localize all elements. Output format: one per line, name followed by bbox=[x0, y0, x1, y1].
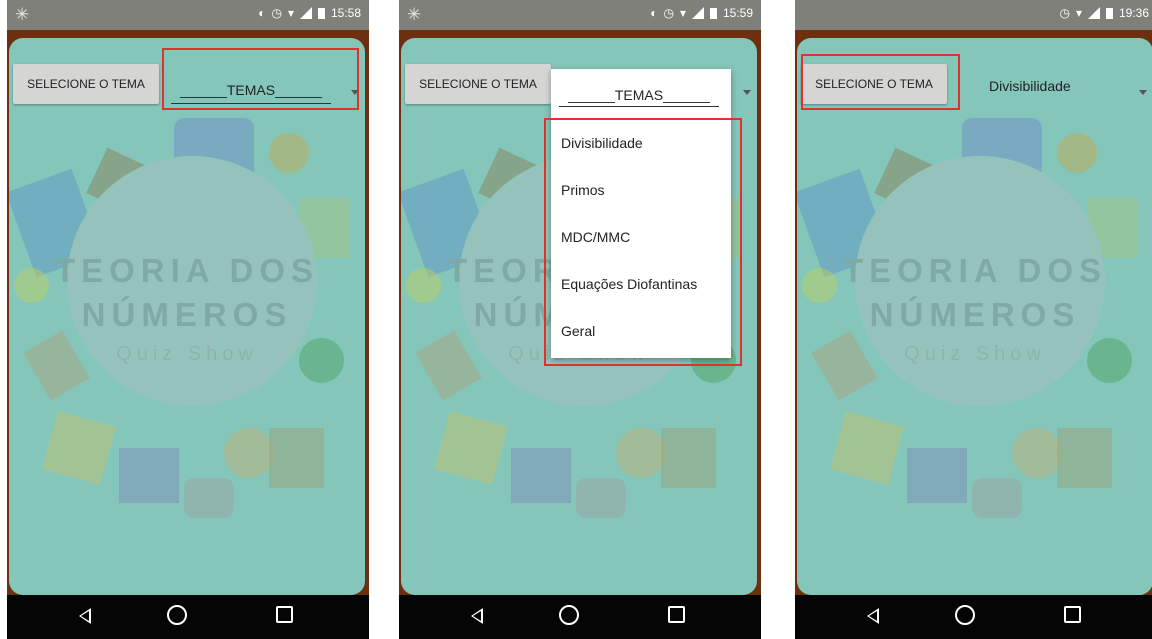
logo-subtitle: Quiz Show bbox=[904, 343, 1046, 365]
recents-icon[interactable] bbox=[276, 606, 293, 623]
wifi-icon: ▾ bbox=[1075, 6, 1082, 20]
select-theme-button[interactable]: SELECIONE O TEMA bbox=[13, 64, 159, 104]
phone-screen-2: ✳ ◐ ◷ ▾ 15:59 TEORIA DOS NÚMEROS Quiz Sh… bbox=[399, 0, 761, 639]
app-screen: TEORIA DOS NÚMEROS Quiz Show SELECIONE O… bbox=[797, 38, 1152, 595]
highlight-box bbox=[801, 54, 960, 110]
alarm-icon: ◷ bbox=[1059, 6, 1070, 20]
dropdown-header[interactable]: ______TEMAS______ bbox=[559, 85, 719, 107]
alarm-icon: ◷ bbox=[271, 6, 282, 20]
home-icon[interactable] bbox=[955, 605, 975, 625]
logo-title-line1: TEORIA DOS bbox=[54, 252, 320, 289]
dropdown-arrow-icon[interactable] bbox=[743, 90, 751, 95]
back-icon[interactable] bbox=[867, 608, 879, 624]
app-screen: TEORIA DOS NÚMEROS Quiz Show SELECIONE O… bbox=[401, 38, 757, 595]
status-bar: ✳ ◐ ◷ ▾ 15:58 bbox=[7, 0, 369, 30]
signal-icon bbox=[691, 7, 704, 19]
nav-bar bbox=[399, 595, 761, 639]
battery-icon bbox=[709, 7, 717, 19]
highlight-box bbox=[162, 48, 359, 110]
logo-title-line2: NÚMEROS bbox=[81, 296, 293, 333]
app-screen: TEORIA DOS NÚMEROS Quiz Show SELECIONE O… bbox=[9, 38, 365, 595]
spinner-text: ______TEMAS______ bbox=[568, 87, 710, 103]
status-bar: ◷ ▾ 19:36 bbox=[795, 0, 1152, 30]
debug-icon: ✳ bbox=[407, 5, 422, 24]
signal-icon bbox=[299, 7, 312, 19]
wifi-icon: ▾ bbox=[679, 6, 686, 20]
status-time: 19:36 bbox=[1118, 6, 1149, 20]
nav-bar bbox=[795, 595, 1152, 639]
battery-icon bbox=[317, 7, 325, 19]
back-icon[interactable] bbox=[471, 608, 483, 624]
logo-title-line1: TEORIA DOS bbox=[842, 252, 1108, 289]
selected-theme[interactable]: Divisibilidade bbox=[989, 78, 1071, 94]
recents-icon[interactable] bbox=[1064, 606, 1081, 623]
dropdown-arrow-icon[interactable] bbox=[1139, 90, 1147, 95]
nav-bar bbox=[7, 595, 369, 639]
alarm-icon: ◷ bbox=[663, 6, 674, 20]
wifi-icon: ▾ bbox=[287, 6, 294, 20]
home-icon[interactable] bbox=[167, 605, 187, 625]
select-theme-button[interactable]: SELECIONE O TEMA bbox=[405, 64, 551, 104]
logo-subtitle: Quiz Show bbox=[116, 343, 258, 365]
status-time: 15:59 bbox=[722, 6, 753, 20]
battery-icon bbox=[1105, 7, 1113, 19]
recents-icon[interactable] bbox=[668, 606, 685, 623]
phone-screen-1: ✳ ◐ ◷ ▾ 15:58 TEORIA DOS NÚMEROS Quiz Sh… bbox=[7, 0, 369, 639]
debug-icon: ✳ bbox=[15, 5, 30, 24]
logo-title-line2: NÚMEROS bbox=[869, 296, 1081, 333]
status-time: 15:58 bbox=[330, 6, 361, 20]
back-icon[interactable] bbox=[79, 608, 91, 624]
status-bar: ✳ ◐ ◷ ▾ 15:59 bbox=[399, 0, 761, 30]
vibrate-icon: ◐ bbox=[258, 6, 266, 20]
home-icon[interactable] bbox=[559, 605, 579, 625]
vibrate-icon: ◐ bbox=[650, 6, 658, 20]
phone-screen-3: ◷ ▾ 19:36 TEORIA DOS NÚMEROS Quiz Show S… bbox=[795, 0, 1152, 639]
signal-icon bbox=[1087, 7, 1100, 19]
highlight-box bbox=[544, 118, 742, 366]
